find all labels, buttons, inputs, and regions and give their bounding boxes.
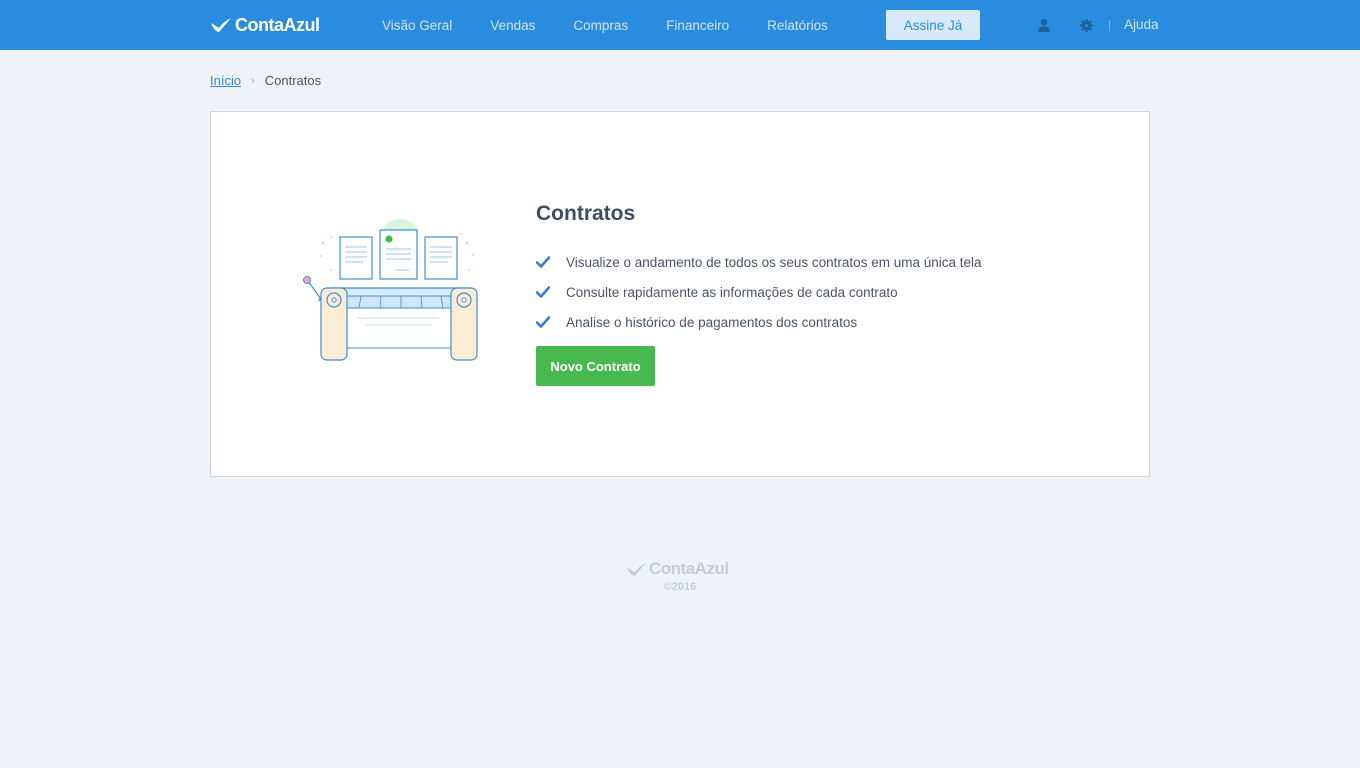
footer-copyright: ©2016 bbox=[663, 581, 697, 593]
feature-text: Analise o histórico de pagamentos dos co… bbox=[566, 314, 858, 330]
subscribe-button[interactable]: Assine Já bbox=[886, 10, 980, 40]
chevron-right-icon: › bbox=[251, 74, 255, 87]
user-icon[interactable] bbox=[1037, 18, 1051, 32]
breadcrumb-current: Contratos bbox=[264, 73, 322, 88]
check-icon bbox=[536, 256, 550, 268]
list-item: Visualize o andamento de todos os seus c… bbox=[536, 247, 982, 277]
list-item: Analise o histórico de pagamentos dos co… bbox=[536, 307, 982, 337]
logo-text: ContaAzul bbox=[235, 14, 320, 35]
leaf-logo-icon bbox=[211, 18, 231, 32]
leaf-logo-icon bbox=[627, 562, 646, 576]
nav-visao-geral[interactable]: Visão Geral bbox=[382, 18, 452, 33]
main-nav: Visão Geral Vendas Compras Financeiro Re… bbox=[382, 0, 866, 50]
nav-relatorios[interactable]: Relatórios bbox=[767, 18, 828, 33]
contracts-empty-state-card: Contratos Visualize o andamento de todos… bbox=[210, 111, 1150, 477]
breadcrumb: Início › Contratos bbox=[210, 73, 321, 88]
new-contract-button[interactable]: Novo Contrato bbox=[536, 346, 655, 386]
check-icon bbox=[536, 316, 550, 328]
contracts-conveyor-illustration bbox=[303, 219, 479, 361]
nav-vendas[interactable]: Vendas bbox=[490, 18, 535, 33]
check-icon bbox=[536, 286, 550, 298]
gear-icon[interactable] bbox=[1080, 19, 1093, 32]
breadcrumb-home-link[interactable]: Início bbox=[210, 73, 241, 88]
list-item: Consulte rapidamente as informações de c… bbox=[536, 277, 982, 307]
help-link[interactable]: Ajuda bbox=[1124, 17, 1159, 32]
feature-text: Consulte rapidamente as informações de c… bbox=[566, 284, 898, 300]
footer-logo-text: ContaAzul bbox=[649, 559, 729, 578]
nav-financeiro[interactable]: Financeiro bbox=[666, 18, 729, 33]
top-navbar: ContaAzul Visão Geral Vendas Compras Fin… bbox=[0, 0, 1360, 50]
feature-list: Visualize o andamento de todos os seus c… bbox=[536, 247, 982, 337]
contaazul-logo[interactable]: ContaAzul bbox=[210, 13, 320, 37]
footer-logo: ContaAzul bbox=[626, 559, 729, 579]
header-divider bbox=[1109, 21, 1110, 31]
nav-compras[interactable]: Compras bbox=[573, 18, 628, 33]
feature-text: Visualize o andamento de todos os seus c… bbox=[566, 254, 982, 270]
page-title: Contratos bbox=[536, 202, 636, 225]
